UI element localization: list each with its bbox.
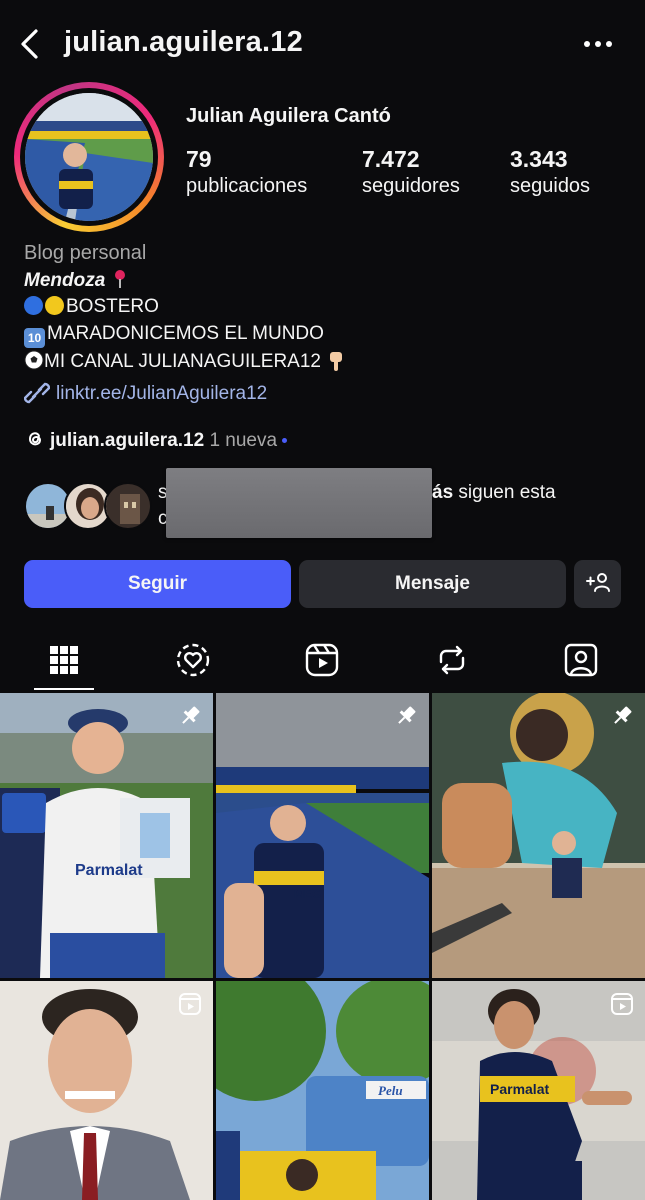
bio-location: Mendoza [24,269,129,292]
stat-posts: 79 publicaciones [186,146,307,198]
threads-badge: 1 nueva [209,430,278,451]
bio-location-text: Mendoza [24,270,106,291]
grid-post-3[interactable] [432,693,645,978]
heart-circle-icon [171,643,215,686]
back-arrow-icon[interactable] [14,26,48,62]
more-options-icon[interactable] [578,30,618,58]
blue-circle-emoji-icon [24,296,43,315]
bio-line-channel: MI CANAL JULIANAGUILERA12 [24,350,346,373]
stat-following-count: 3.343 [510,146,568,172]
mutual-avatar-3 [104,482,152,530]
keycap-ten-emoji-icon: 10 [24,328,45,348]
bio-link-text: linktr.ee/JulianAguilera12 [56,383,268,404]
grid-post-4[interactable] [0,981,213,1200]
tab-reposts[interactable] [430,638,474,682]
reel-icon [609,991,635,1017]
repost-icon [430,645,474,686]
mutual-text-end: ás siguen esta [432,482,556,504]
tab-tagged[interactable] [559,638,603,682]
suggested-accounts-button[interactable] [574,560,621,608]
post-2-shirt-text: MEG [294,887,321,901]
mutual-followers[interactable]: s c ás siguen esta [24,468,624,542]
stat-posts-count: 79 [186,146,212,172]
bio-bostero-text: BOSTERO [66,296,159,317]
post-5-banner-text: Pelu [378,1083,403,1098]
posts-grid: Parmalat MEG Pelu Parmalat [0,693,645,1200]
profile-full-name: Julian Aguilera Cantó [186,105,391,127]
pinned-icon [609,703,635,729]
tagged-person-icon [559,643,603,686]
bio-maradona-text: MARADONICEMOS EL MUNDO [47,323,324,344]
stat-followers-label: seguidores [362,175,460,197]
yellow-circle-emoji-icon [45,296,64,315]
bio-line-bostero: BOSTERO [24,296,159,318]
bio-line-maradona: 10 MARADONICEMOS EL MUNDO [24,323,324,348]
top-bar: julian.aguilera.12 [0,0,645,90]
profile-username: julian.aguilera.12 [64,26,303,58]
pin-emoji-icon [111,269,129,289]
add-person-icon [585,564,611,592]
stat-posts-label: publicaciones [186,175,308,197]
profile-category: Blog personal [24,242,147,264]
reel-icon [177,991,203,1017]
grid-post-5[interactable]: Pelu [216,981,429,1200]
threads-icon [24,428,46,450]
soccer-ball-emoji-icon [24,350,44,370]
mutual-text-bold: ás [432,482,454,503]
threads-handle: julian.aguilera.12 [50,430,205,451]
pinned-icon [393,703,419,729]
threads-link[interactable]: julian.aguilera.12 1 nueva [24,428,288,452]
post-1-shirt-text: Parmalat [75,862,143,879]
tab-collabs[interactable] [171,638,215,682]
stat-following[interactable]: 3.343 seguidos [510,146,590,198]
pinned-icon [177,703,203,729]
profile-tabs [0,630,645,692]
grid-post-2[interactable]: MEG [216,693,429,978]
post-6-shirt-text: Parmalat [490,1081,549,1097]
grid-post-6[interactable]: Parmalat [432,981,645,1200]
stat-followers[interactable]: 7.472 seguidores [362,146,460,198]
threads-new-dot [282,438,288,443]
message-button[interactable]: Mensaje [299,560,566,608]
stat-following-label: seguidos [510,175,591,197]
active-tab-indicator [34,688,94,690]
avatar [25,93,153,221]
bio-link[interactable]: linktr.ee/JulianAguilera12 [23,382,268,405]
grid-icon [42,646,86,686]
tab-grid[interactable] [42,638,86,682]
reels-icon [300,643,344,686]
grid-post-1[interactable]: Parmalat [0,693,213,978]
link-icon [23,382,51,404]
follow-button[interactable]: Seguir [24,560,291,608]
tab-reels[interactable] [300,638,344,682]
stat-followers-count: 7.472 [362,146,420,172]
bio-channel-text: MI CANAL JULIANAGUILERA12 [44,351,321,372]
pointing-down-emoji-icon [326,350,346,372]
redaction-box [166,468,432,538]
mutual-text-suffix: siguen esta [458,482,556,503]
avatar-story-ring[interactable] [14,82,164,232]
